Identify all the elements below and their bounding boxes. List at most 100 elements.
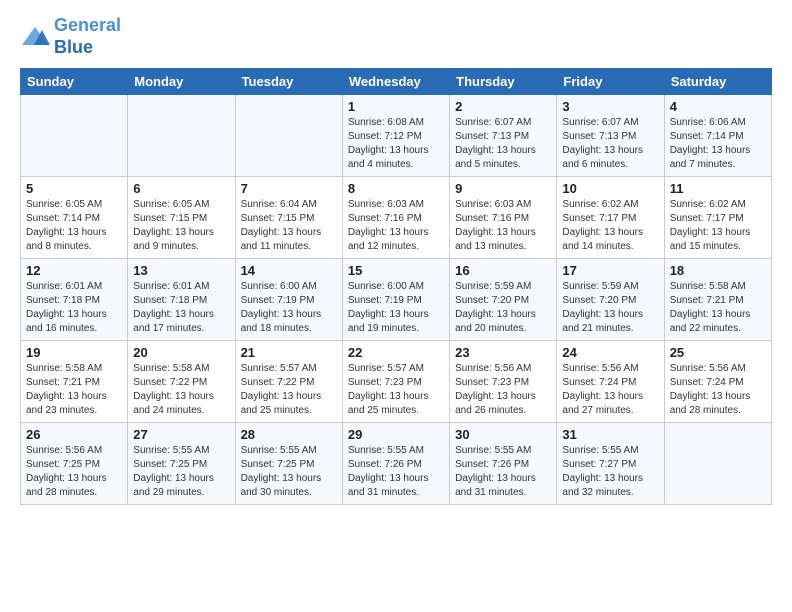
day-info: Sunrise: 5:59 AMSunset: 7:20 PMDaylight:… xyxy=(455,280,551,336)
calendar-cell xyxy=(21,95,128,177)
day-number: 9 xyxy=(455,181,551,196)
calendar-cell: 10Sunrise: 6:02 AMSunset: 7:17 PMDayligh… xyxy=(557,177,664,259)
week-row-2: 5 Sunrise: 6:05 AMSunset: 7:14 PMDaylight… xyxy=(21,177,772,259)
day-info: Sunrise: 5:55 AMSunset: 7:25 PMDaylight:… xyxy=(133,444,229,500)
calendar-cell: 15 Sunrise: 6:00 AMSunset: 7:19 PMDayligh… xyxy=(342,259,449,341)
calendar-cell: 20 Sunrise: 5:58 AMSunset: 7:22 PMDayligh… xyxy=(128,341,235,423)
page-container: General Blue SundayMondayTuesdayWednesda… xyxy=(0,0,792,520)
day-number: 12 xyxy=(26,263,122,278)
calendar-cell: 22 Sunrise: 5:57 AMSunset: 7:23 PMDayligh… xyxy=(342,341,449,423)
day-number: 26 xyxy=(26,427,122,442)
day-info: Sunrise: 6:02 AMSunset: 7:17 PMDaylight:… xyxy=(562,198,658,254)
day-number: 1 xyxy=(348,99,444,114)
weekday-header-thursday: Thursday xyxy=(450,69,557,95)
day-info: Sunrise: 5:59 AMSunset: 7:20 PMDaylight:… xyxy=(562,280,658,336)
calendar-cell: 25 Sunrise: 5:56 AMSunset: 7:24 PMDayligh… xyxy=(664,341,771,423)
calendar-cell: 18 Sunrise: 5:58 AMSunset: 7:21 PMDayligh… xyxy=(664,259,771,341)
day-number: 16 xyxy=(455,263,551,278)
day-info: Sunrise: 5:57 AMSunset: 7:23 PMDaylight:… xyxy=(348,362,444,418)
day-info: Sunrise: 5:55 AMSunset: 7:26 PMDaylight:… xyxy=(455,444,551,500)
day-number: 22 xyxy=(348,345,444,360)
day-info: Sunrise: 5:58 AMSunset: 7:21 PMDaylight:… xyxy=(670,280,766,336)
page-header: General Blue xyxy=(20,15,772,58)
weekday-header-saturday: Saturday xyxy=(664,69,771,95)
calendar-cell xyxy=(235,95,342,177)
logo-icon xyxy=(20,25,50,49)
day-info: Sunrise: 6:03 AMSunset: 7:16 PMDaylight:… xyxy=(348,198,444,254)
day-info: Sunrise: 5:55 AMSunset: 7:26 PMDaylight:… xyxy=(348,444,444,500)
week-row-4: 19Sunrise: 5:58 AMSunset: 7:21 PMDayligh… xyxy=(21,341,772,423)
calendar-cell: 16 Sunrise: 5:59 AMSunset: 7:20 PMDayligh… xyxy=(450,259,557,341)
day-number: 24 xyxy=(562,345,658,360)
day-info: Sunrise: 5:57 AMSunset: 7:22 PMDaylight:… xyxy=(241,362,337,418)
day-number: 31 xyxy=(562,427,658,442)
day-info: Sunrise: 6:03 AMSunset: 7:16 PMDaylight:… xyxy=(455,198,551,254)
calendar-cell: 9 Sunrise: 6:03 AMSunset: 7:16 PMDaylight… xyxy=(450,177,557,259)
logo-text: General Blue xyxy=(54,15,121,58)
calendar-cell: 29 Sunrise: 5:55 AMSunset: 7:26 PMDayligh… xyxy=(342,423,449,505)
day-number: 17 xyxy=(562,263,658,278)
day-info: Sunrise: 6:01 AMSunset: 7:18 PMDaylight:… xyxy=(26,280,122,336)
calendar-cell xyxy=(664,423,771,505)
calendar-cell: 8 Sunrise: 6:03 AMSunset: 7:16 PMDaylight… xyxy=(342,177,449,259)
week-row-3: 12 Sunrise: 6:01 AMSunset: 7:18 PMDayligh… xyxy=(21,259,772,341)
calendar-cell: 30 Sunrise: 5:55 AMSunset: 7:26 PMDayligh… xyxy=(450,423,557,505)
calendar-cell: 14Sunrise: 6:00 AMSunset: 7:19 PMDayligh… xyxy=(235,259,342,341)
day-number: 11 xyxy=(670,181,766,196)
day-info: Sunrise: 6:04 AMSunset: 7:15 PMDaylight:… xyxy=(241,198,337,254)
day-info: Sunrise: 6:06 AMSunset: 7:14 PMDaylight:… xyxy=(670,116,766,172)
calendar-cell: 2 Sunrise: 6:07 AMSunset: 7:13 PMDaylight… xyxy=(450,95,557,177)
calendar-cell: 11 Sunrise: 6:02 AMSunset: 7:17 PMDayligh… xyxy=(664,177,771,259)
day-number: 30 xyxy=(455,427,551,442)
day-number: 19 xyxy=(26,345,122,360)
calendar-cell: 19Sunrise: 5:58 AMSunset: 7:21 PMDayligh… xyxy=(21,341,128,423)
day-number: 14 xyxy=(241,263,337,278)
day-number: 20 xyxy=(133,345,229,360)
day-number: 3 xyxy=(562,99,658,114)
day-number: 28 xyxy=(241,427,337,442)
weekday-header-sunday: Sunday xyxy=(21,69,128,95)
calendar-cell: 3 Sunrise: 6:07 AMSunset: 7:13 PMDaylight… xyxy=(557,95,664,177)
calendar-cell: 12 Sunrise: 6:01 AMSunset: 7:18 PMDayligh… xyxy=(21,259,128,341)
day-number: 29 xyxy=(348,427,444,442)
calendar-table: SundayMondayTuesdayWednesdayThursdayFrid… xyxy=(20,68,772,505)
day-number: 5 xyxy=(26,181,122,196)
calendar-cell: 6 Sunrise: 6:05 AMSunset: 7:15 PMDaylight… xyxy=(128,177,235,259)
week-row-1: 1Sunrise: 6:08 AMSunset: 7:12 PMDaylight… xyxy=(21,95,772,177)
day-number: 23 xyxy=(455,345,551,360)
weekday-header-row: SundayMondayTuesdayWednesdayThursdayFrid… xyxy=(21,69,772,95)
day-info: Sunrise: 5:58 AMSunset: 7:22 PMDaylight:… xyxy=(133,362,229,418)
day-info: Sunrise: 6:05 AMSunset: 7:14 PMDaylight:… xyxy=(26,198,122,254)
day-info: Sunrise: 6:00 AMSunset: 7:19 PMDaylight:… xyxy=(348,280,444,336)
day-info: Sunrise: 6:02 AMSunset: 7:17 PMDaylight:… xyxy=(670,198,766,254)
day-number: 7 xyxy=(241,181,337,196)
calendar-cell: 13Sunrise: 6:01 AMSunset: 7:18 PMDayligh… xyxy=(128,259,235,341)
calendar-cell: 21Sunrise: 5:57 AMSunset: 7:22 PMDayligh… xyxy=(235,341,342,423)
day-number: 4 xyxy=(670,99,766,114)
day-number: 27 xyxy=(133,427,229,442)
day-number: 25 xyxy=(670,345,766,360)
day-info: Sunrise: 6:07 AMSunset: 7:13 PMDaylight:… xyxy=(455,116,551,172)
weekday-header-friday: Friday xyxy=(557,69,664,95)
weekday-header-wednesday: Wednesday xyxy=(342,69,449,95)
calendar-cell: 4 Sunrise: 6:06 AMSunset: 7:14 PMDaylight… xyxy=(664,95,771,177)
calendar-cell: 27 Sunrise: 5:55 AMSunset: 7:25 PMDayligh… xyxy=(128,423,235,505)
day-number: 15 xyxy=(348,263,444,278)
calendar-cell: 28Sunrise: 5:55 AMSunset: 7:25 PMDayligh… xyxy=(235,423,342,505)
day-info: Sunrise: 6:07 AMSunset: 7:13 PMDaylight:… xyxy=(562,116,658,172)
calendar-cell: 31Sunrise: 5:55 AMSunset: 7:27 PMDayligh… xyxy=(557,423,664,505)
weekday-header-tuesday: Tuesday xyxy=(235,69,342,95)
day-info: Sunrise: 6:01 AMSunset: 7:18 PMDaylight:… xyxy=(133,280,229,336)
day-number: 6 xyxy=(133,181,229,196)
calendar-cell: 1Sunrise: 6:08 AMSunset: 7:12 PMDaylight… xyxy=(342,95,449,177)
calendar-cell: 5 Sunrise: 6:05 AMSunset: 7:14 PMDaylight… xyxy=(21,177,128,259)
day-number: 18 xyxy=(670,263,766,278)
calendar-cell: 7 Sunrise: 6:04 AMSunset: 7:15 PMDaylight… xyxy=(235,177,342,259)
day-number: 2 xyxy=(455,99,551,114)
day-info: Sunrise: 6:05 AMSunset: 7:15 PMDaylight:… xyxy=(133,198,229,254)
day-info: Sunrise: 5:56 AMSunset: 7:24 PMDaylight:… xyxy=(670,362,766,418)
day-info: Sunrise: 5:56 AMSunset: 7:25 PMDaylight:… xyxy=(26,444,122,500)
day-number: 8 xyxy=(348,181,444,196)
calendar-cell: 17 Sunrise: 5:59 AMSunset: 7:20 PMDayligh… xyxy=(557,259,664,341)
day-info: Sunrise: 5:56 AMSunset: 7:24 PMDaylight:… xyxy=(562,362,658,418)
